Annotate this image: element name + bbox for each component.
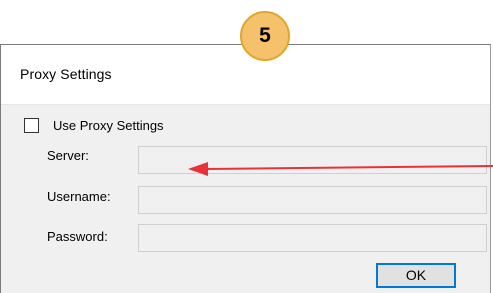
password-label: Password: xyxy=(47,229,108,244)
annotation-arrow-shaft xyxy=(205,165,493,170)
password-input[interactable] xyxy=(138,224,487,252)
username-label: Username: xyxy=(47,189,111,204)
use-proxy-checkbox[interactable] xyxy=(24,117,39,133)
username-input[interactable] xyxy=(138,186,487,214)
use-proxy-checkbox-row[interactable]: Use Proxy Settings xyxy=(24,115,164,135)
dialog-title: Proxy Settings xyxy=(20,66,112,82)
server-label: Server: xyxy=(47,148,89,163)
annotation-arrow xyxy=(188,162,493,176)
ok-button[interactable]: OK xyxy=(376,263,456,288)
step-number: 5 xyxy=(259,24,271,47)
annotation-arrow-head xyxy=(188,162,208,176)
use-proxy-label: Use Proxy Settings xyxy=(53,117,164,133)
step-number-badge: 5 xyxy=(240,11,290,61)
